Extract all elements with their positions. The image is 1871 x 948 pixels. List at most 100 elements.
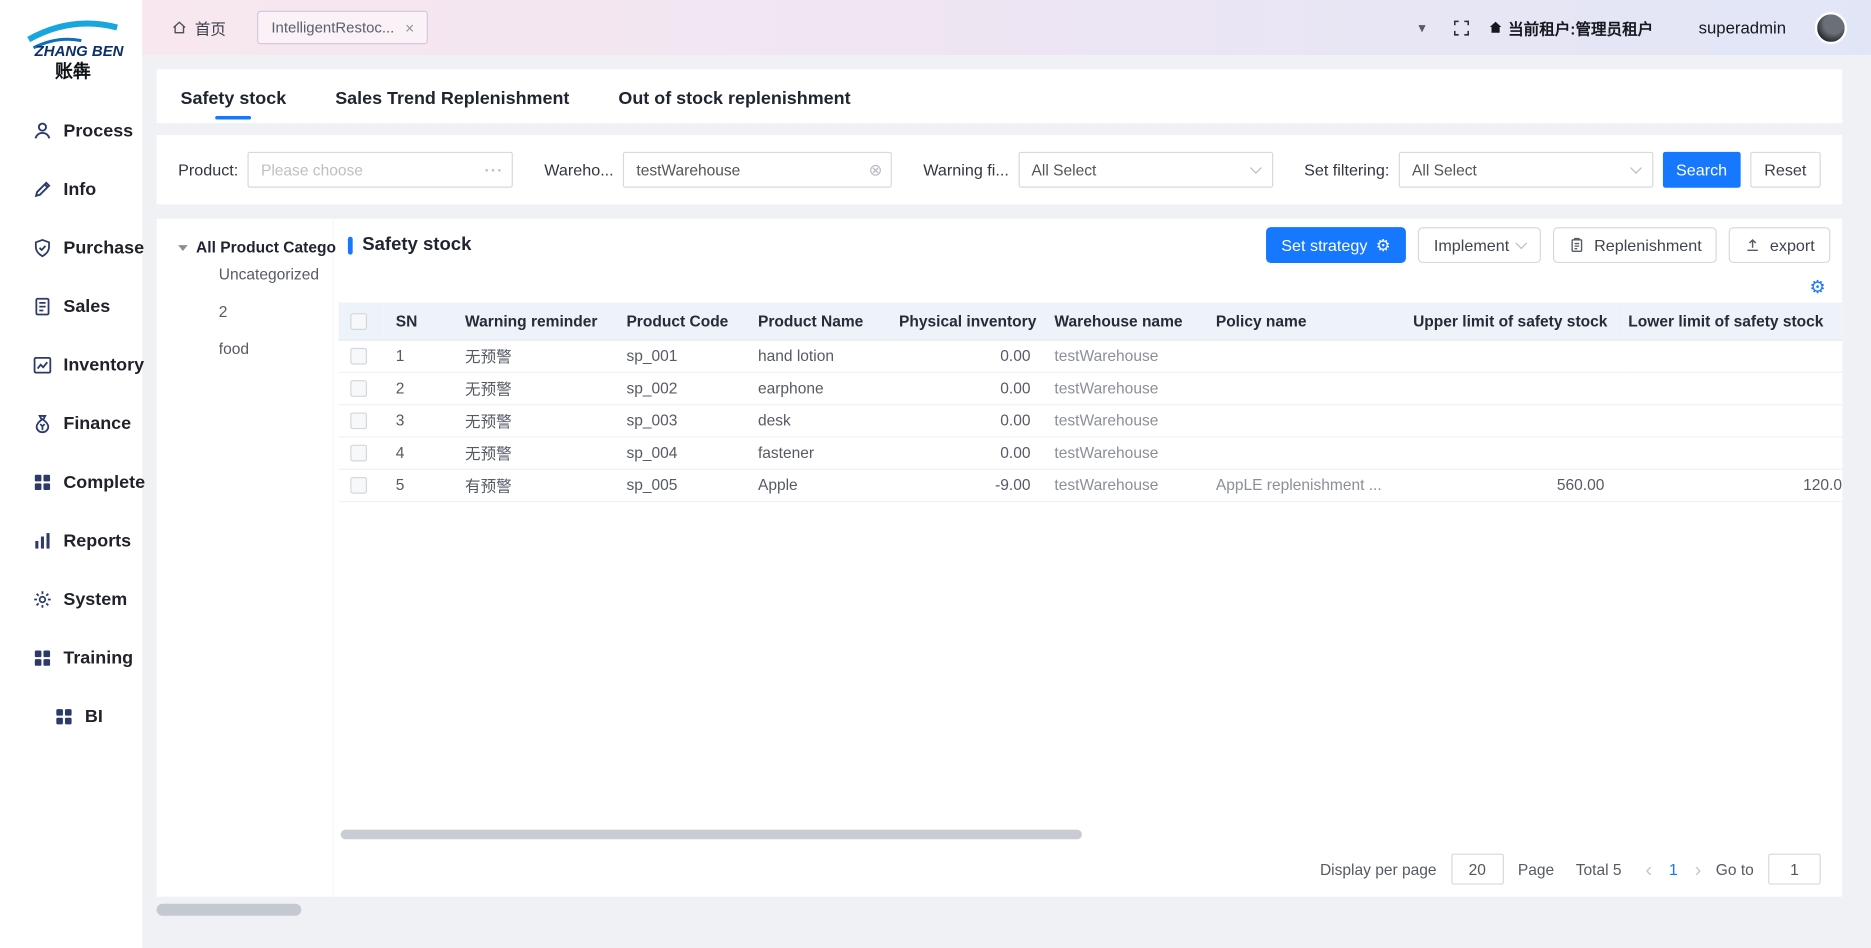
chevron-down-icon[interactable]: ▾ bbox=[1418, 19, 1425, 36]
panel-actions: Set strategy ⚙ Implement bbox=[1266, 227, 1831, 263]
cell-code: sp_005 bbox=[614, 469, 746, 501]
column-header-warning-reminder[interactable]: Warning reminder bbox=[453, 302, 614, 339]
page-label: Page bbox=[1518, 860, 1554, 878]
chevron-down-icon bbox=[1630, 162, 1642, 174]
breadcrumb-home[interactable]: 首页 bbox=[171, 16, 226, 39]
sidebar-item-reports[interactable]: Reports bbox=[0, 512, 142, 571]
fullscreen-icon[interactable] bbox=[1452, 19, 1470, 37]
sidebar-item-system[interactable]: System bbox=[0, 570, 142, 629]
clipboard-icon bbox=[1569, 237, 1586, 254]
tree-item-2[interactable]: 2 bbox=[157, 293, 333, 330]
column-header-product-name[interactable]: Product Name bbox=[746, 302, 887, 339]
column-header-upper-limit-of-safety-stock[interactable]: Upper limit of safety stock bbox=[1401, 302, 1616, 339]
table-row[interactable]: 5有预警sp_005Apple-9.00testWarehouseAppLE r… bbox=[338, 469, 1842, 501]
column-header-sn[interactable]: SN bbox=[384, 302, 453, 339]
shield-check-icon bbox=[32, 238, 52, 258]
tree-item-uncategorized[interactable]: Uncategorized bbox=[157, 256, 333, 293]
scrollbar-thumb[interactable] bbox=[341, 830, 1082, 840]
page-tabs: Safety stock Sales Trend Replenishment Out… bbox=[157, 69, 1843, 123]
table-row[interactable]: 2无预警sp_002earphone0.00testWarehouse bbox=[338, 372, 1842, 404]
username[interactable]: superadmin bbox=[1699, 18, 1786, 37]
sidebar-item-inventory[interactable]: Inventory bbox=[0, 336, 142, 395]
sidebar-item-purchase[interactable]: Purchase bbox=[0, 219, 142, 278]
sidebar-item-finance[interactable]: Finance bbox=[0, 395, 142, 454]
next-page-icon[interactable]: › bbox=[1695, 859, 1702, 879]
table-horizontal-scrollbar bbox=[338, 827, 1842, 841]
set-filtering-value: All Select bbox=[1412, 161, 1477, 179]
row-checkbox[interactable] bbox=[350, 477, 367, 494]
warehouse-input[interactable] bbox=[623, 152, 892, 188]
product-input[interactable] bbox=[248, 152, 513, 188]
column-header-physical-inventory[interactable]: Physical inventory bbox=[887, 302, 1042, 339]
avatar[interactable] bbox=[1815, 11, 1847, 43]
page-size-input[interactable] bbox=[1451, 854, 1504, 885]
select-all-checkbox[interactable] bbox=[350, 313, 367, 330]
implement-button[interactable]: Implement bbox=[1418, 227, 1541, 263]
current-page-number[interactable]: 1 bbox=[1667, 860, 1681, 878]
filter-bar: Product: ··· Wareho... ⊗ Warning fi... bbox=[157, 135, 1843, 204]
column-header-lower-limit-of-safety-stock[interactable]: Lower limit of safety stock bbox=[1616, 302, 1842, 339]
topbar-open-tab[interactable]: IntelligentRestoc... × bbox=[257, 11, 428, 44]
more-icon[interactable]: ··· bbox=[485, 162, 504, 178]
tree-root-all-product-categories[interactable]: All Product Catego bbox=[157, 238, 333, 256]
scrollbar-thumb[interactable] bbox=[157, 904, 302, 916]
column-header-product-code[interactable]: Product Code bbox=[614, 302, 746, 339]
chevron-down-icon bbox=[1516, 237, 1528, 249]
tree-item-food[interactable]: food bbox=[157, 330, 333, 367]
table-row[interactable]: 1无预警sp_001hand lotion0.00testWarehouse bbox=[338, 340, 1842, 372]
goto-page-input[interactable] bbox=[1768, 854, 1821, 885]
column-header-warehouse-name[interactable]: Warehouse name bbox=[1042, 302, 1203, 339]
search-button[interactable]: Search bbox=[1663, 152, 1740, 188]
sidebar-item-complete[interactable]: Complete bbox=[0, 453, 142, 512]
bar-chart-icon bbox=[32, 531, 52, 551]
implement-label: Implement bbox=[1434, 236, 1509, 254]
sidebar-item-training[interactable]: Training bbox=[0, 629, 142, 688]
cell-upper bbox=[1401, 372, 1616, 404]
warning-filter-value: All Select bbox=[1032, 161, 1097, 179]
home-icon bbox=[171, 19, 188, 36]
row-checkbox[interactable] bbox=[350, 348, 367, 365]
close-icon[interactable]: × bbox=[405, 20, 414, 36]
row-checkbox[interactable] bbox=[350, 381, 367, 398]
sidebar-item-info[interactable]: Info bbox=[0, 160, 142, 219]
content: Safety stock Sales Trend Replenishment Out… bbox=[142, 55, 1871, 948]
sidebar-item-label: Sales bbox=[63, 296, 110, 316]
table-settings-gear-icon[interactable]: ⚙ bbox=[1809, 278, 1825, 296]
reset-button[interactable]: Reset bbox=[1750, 152, 1821, 188]
table-row[interactable]: 4无预警sp_004fastener0.00testWarehouse bbox=[338, 436, 1842, 468]
cell-lower: 120.00 bbox=[1616, 469, 1842, 501]
tab-sales-trend-replenishment[interactable]: Sales Trend Replenishment bbox=[333, 74, 572, 123]
cell-upper: 560.00 bbox=[1401, 469, 1616, 501]
logo[interactable]: ZHANG BEN 账犇 bbox=[0, 0, 142, 102]
warning-filter-label: Warning fi... bbox=[923, 161, 1009, 179]
export-button[interactable]: export bbox=[1729, 227, 1830, 263]
sidebar-item-label: Process bbox=[63, 121, 133, 141]
column-header-policy-name[interactable]: Policy name bbox=[1204, 302, 1401, 339]
cell-lower bbox=[1616, 340, 1842, 372]
row-checkbox[interactable] bbox=[350, 445, 367, 462]
tab-out-of-stock-replenishment[interactable]: Out of stock replenishment bbox=[616, 74, 853, 123]
set-filtering-select[interactable]: All Select bbox=[1399, 152, 1654, 188]
tab-safety-stock[interactable]: Safety stock bbox=[178, 74, 288, 123]
display-per-page-label: Display per page bbox=[1320, 860, 1437, 878]
cell-policy bbox=[1204, 372, 1401, 404]
sidebar-item-label: Finance bbox=[63, 414, 131, 434]
replenishment-button[interactable]: Replenishment bbox=[1553, 227, 1717, 263]
warning-filter-select[interactable]: All Select bbox=[1018, 152, 1273, 188]
sidebar-item-sales[interactable]: Sales bbox=[0, 277, 142, 336]
sidebar-item-label: Complete bbox=[63, 472, 145, 492]
cell-policy: AppLE replenishment ... bbox=[1204, 469, 1401, 501]
prev-page-icon[interactable]: ‹ bbox=[1645, 859, 1652, 879]
warehouse-filter-group: Wareho... ⊗ bbox=[544, 152, 892, 188]
sidebar-item-process[interactable]: Process bbox=[0, 102, 142, 161]
clear-icon[interactable]: ⊗ bbox=[869, 161, 884, 178]
tree-items: Uncategorized2food bbox=[157, 256, 333, 367]
app: ZHANG BEN 账犇 Process InfoPurchase Sales Inv… bbox=[0, 0, 1871, 948]
cell-lower bbox=[1616, 436, 1842, 468]
sidebar-item-bi[interactable]: BI bbox=[0, 687, 142, 746]
breadcrumb-home-label: 首页 bbox=[195, 16, 226, 39]
row-checkbox[interactable] bbox=[350, 413, 367, 430]
table-row[interactable]: 3无预警sp_003desk0.00testWarehouse bbox=[338, 404, 1842, 436]
tree-root-label: All Product Catego bbox=[196, 238, 336, 256]
set-strategy-button[interactable]: Set strategy ⚙ bbox=[1266, 227, 1407, 263]
